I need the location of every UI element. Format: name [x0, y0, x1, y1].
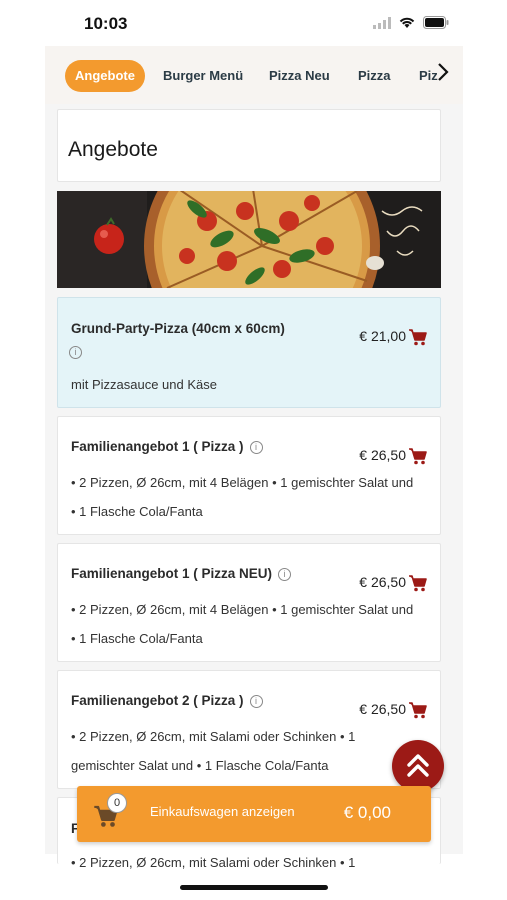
- menu-item-card[interactable]: Familienangebot 2 ( Pizza ) i € 26,50 • 2…: [57, 670, 441, 789]
- cart-count-badge: 0: [107, 793, 127, 813]
- add-to-cart-icon[interactable]: [408, 328, 428, 346]
- item-description-line: gemischter Salat und • 1 Flasche Cola/Fa…: [71, 758, 329, 773]
- item-description-line: • 1 Flasche Cola/Fanta: [71, 631, 203, 646]
- menu-item-card[interactable]: Grund-Party-Pizza (40cm x 60cm) € 21,00 …: [57, 297, 441, 408]
- item-price: € 26,50: [359, 701, 406, 717]
- menu-item-card[interactable]: Familienangebot 1 ( Pizza ) i € 26,50 • 2…: [57, 416, 441, 535]
- section-title: Angebote: [68, 138, 158, 161]
- item-description-line: • 2 Pizzen, Ø 26cm, mit 4 Belägen • 1 ge…: [71, 475, 414, 490]
- tab-angebote[interactable]: Angebote: [65, 60, 145, 92]
- tab-pizza-neu[interactable]: Pizza Neu: [269, 60, 330, 92]
- info-icon[interactable]: i: [249, 440, 263, 454]
- signal-icon: [373, 16, 391, 34]
- menu-item-card[interactable]: Familienangebot 1 ( Pizza NEU) i € 26,50 …: [57, 543, 441, 662]
- add-to-cart-icon[interactable]: [408, 701, 428, 719]
- battery-icon: [423, 16, 449, 34]
- item-name: Familienangebot 1 ( Pizza ): [71, 439, 244, 454]
- banner-image: [57, 191, 441, 288]
- item-description-line: • 2 Pizzen, Ø 26cm, mit 4 Belägen • 1 ge…: [71, 602, 414, 617]
- item-description-line: • 2 Pizzen, Ø 26cm, mit Salami oder Schi…: [71, 855, 356, 870]
- info-icon[interactable]: i: [69, 344, 82, 362]
- item-price: € 26,50: [359, 574, 406, 590]
- info-icon[interactable]: i: [249, 694, 263, 708]
- item-name: Familienangebot 1 ( Pizza NEU): [71, 566, 273, 581]
- view-cart-label: Einkaufswagen anzeigen: [150, 804, 295, 819]
- chevron-right-icon[interactable]: [437, 62, 449, 88]
- item-price: € 26,50: [359, 447, 406, 463]
- info-icon[interactable]: i: [278, 567, 292, 581]
- tab-pizza[interactable]: Pizza: [358, 60, 391, 92]
- double-chevron-up-icon: [407, 754, 429, 777]
- item-description-line: • 2 Pizzen, Ø 26cm, mit Salami oder Schi…: [71, 729, 356, 744]
- item-description-line: mit Pizzasauce und Käse: [71, 377, 217, 392]
- wifi-icon: [399, 16, 415, 34]
- view-cart-button[interactable]: 0 Einkaufswagen anzeigen € 0,00: [77, 786, 431, 842]
- add-to-cart-icon[interactable]: [408, 574, 428, 592]
- cart-total: € 0,00: [343, 803, 391, 822]
- item-name: Grund-Party-Pizza (40cm x 60cm): [71, 321, 285, 336]
- item-price: € 21,00: [359, 328, 406, 344]
- section-header: Angebote: [57, 109, 441, 182]
- tab-partial[interactable]: Piz: [419, 60, 438, 92]
- tab-burger-menu[interactable]: Burger Menü: [163, 60, 243, 92]
- item-description-line: • 1 Flasche Cola/Fanta: [71, 504, 203, 519]
- scroll-to-top-button[interactable]: [392, 740, 444, 792]
- home-indicator[interactable]: [180, 885, 328, 890]
- add-to-cart-icon[interactable]: [408, 447, 428, 465]
- category-tabs: Angebote Burger Menü Pizza Neu Pizza Piz: [45, 46, 463, 104]
- item-name: Familienangebot 2 ( Pizza ): [71, 693, 244, 708]
- status-time: 10:03: [84, 14, 128, 33]
- status-bar: 10:03: [0, 0, 507, 46]
